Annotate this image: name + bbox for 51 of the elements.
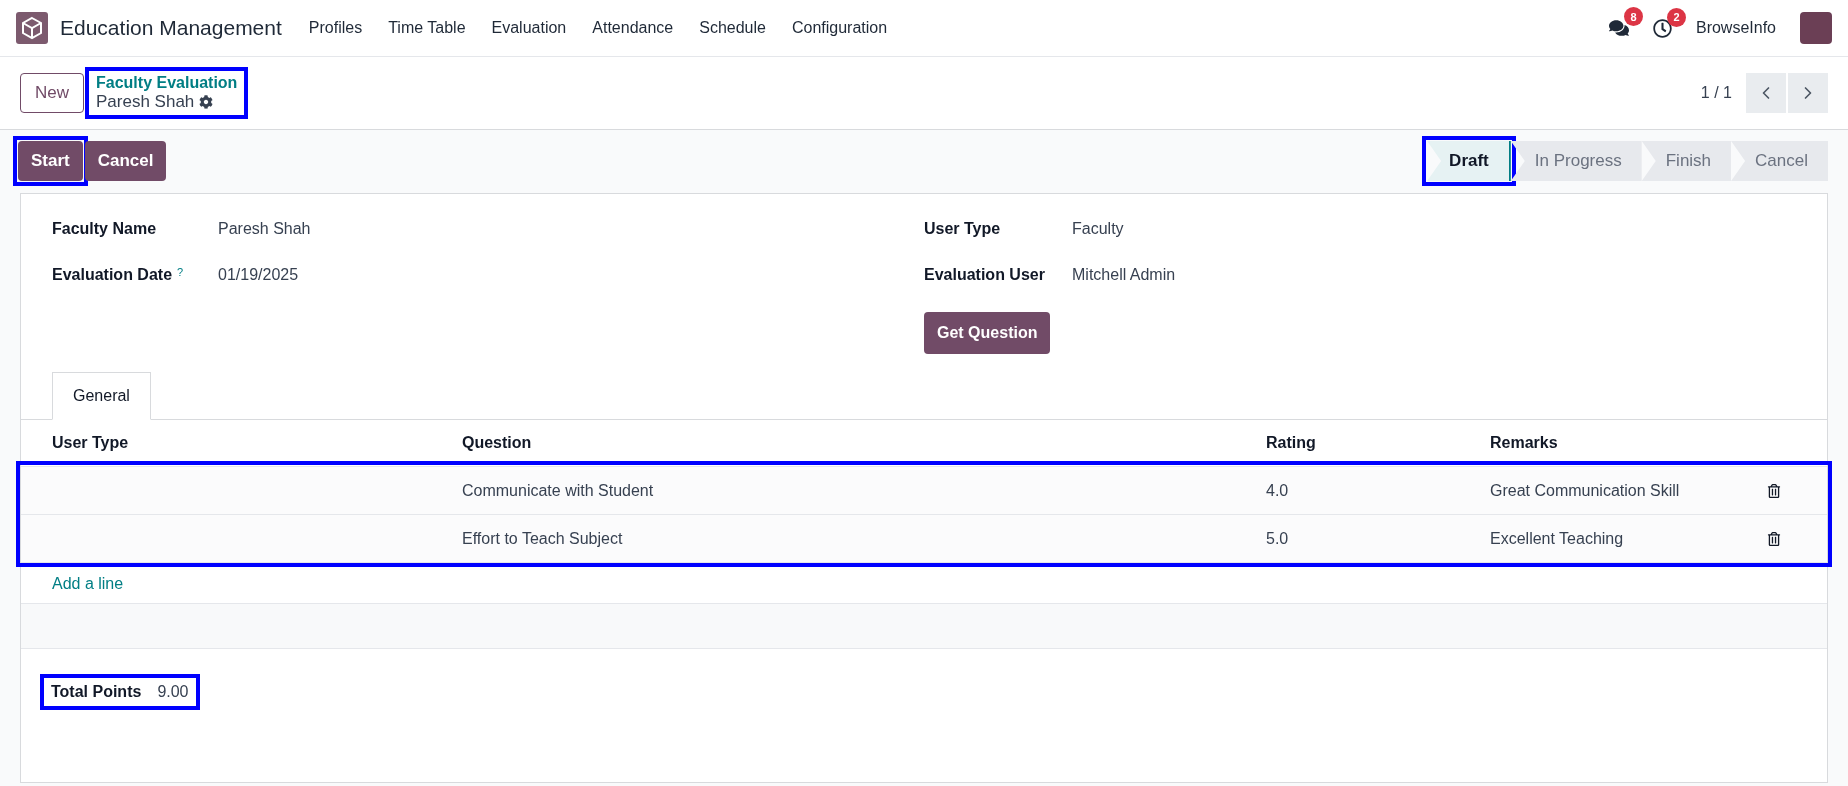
get-question-button[interactable]: Get Question (924, 312, 1051, 354)
new-button[interactable]: New (20, 73, 84, 113)
column-header[interactable]: Question (462, 434, 1266, 452)
message-count-badge: 8 (1623, 7, 1643, 26)
field-label: Evaluation User (924, 266, 1046, 284)
clock-icon[interactable] (1652, 18, 1672, 38)
breadcrumb-link[interactable]: Faculty Evaluation (96, 74, 238, 92)
column-header[interactable]: Remarks (1490, 434, 1767, 452)
column-header[interactable]: User Type (52, 434, 462, 452)
menu-item[interactable]: Profiles (295, 19, 376, 37)
delete-icon[interactable] (1767, 483, 1781, 498)
delete-icon[interactable] (1767, 531, 1781, 546)
column-header[interactable]: Rating (1266, 434, 1490, 452)
company-name[interactable]: BrowseInfo (1695, 19, 1776, 37)
status-stage[interactable]: Cancel (1731, 141, 1828, 181)
status-stage[interactable]: In Progress (1510, 141, 1642, 181)
table-cell-text: Effort to Teach Subject (462, 529, 624, 548)
status-stage[interactable]: Draft (1427, 141, 1511, 181)
status-stage[interactable]: Finish (1641, 141, 1732, 181)
app-title: Education Management (60, 16, 282, 40)
app-logo-icon[interactable] (16, 12, 48, 44)
action-button[interactable]: Cancel (84, 141, 167, 181)
table-cell-text: Great Communication Skill (1490, 481, 1681, 500)
table-cell-text: 5.0 (1266, 529, 1290, 548)
activity-count-badge: 2 (1666, 7, 1686, 27)
table-cell-text: Communicate with Student (462, 481, 655, 500)
menu-item[interactable]: Schedule (686, 19, 779, 37)
menu-item[interactable]: Attendance (579, 19, 687, 37)
table-cell-text: 4.0 (1266, 481, 1290, 500)
record-title: Paresh Shah (96, 92, 195, 112)
table-row[interactable]: Communicate with Student 4.0 Great Communication Skill (21, 466, 1827, 514)
tab[interactable]: General (52, 372, 151, 420)
menu-item[interactable]: Configuration (778, 19, 901, 37)
field-label: Faculty Name (52, 220, 157, 238)
field-label: Evaluation Date (52, 266, 173, 284)
table-row[interactable]: Effort to Teach Subject 5.0 Excellent Teaching (21, 514, 1827, 562)
menu-item[interactable]: Evaluation (478, 19, 580, 37)
help-icon[interactable]: ? (177, 266, 184, 284)
table-cell-text: Excellent Teaching (1490, 529, 1625, 548)
total-label: Total Points (51, 683, 142, 701)
menu-item[interactable]: Time Table (375, 19, 479, 37)
total-value: 9.00 (157, 683, 189, 701)
pager-text: 1 / 1 (1700, 84, 1732, 102)
field-label: User Type (924, 220, 1002, 238)
field-value: Paresh Shah (218, 220, 311, 238)
chat-icon[interactable] (1608, 18, 1629, 38)
field-value: 01/19/2025 (218, 266, 299, 284)
action-button[interactable]: Start (18, 141, 83, 181)
settings-icon[interactable] (199, 95, 214, 109)
field-value: Mitchell Admin (1072, 266, 1176, 284)
field-value: Faculty (1072, 220, 1124, 238)
